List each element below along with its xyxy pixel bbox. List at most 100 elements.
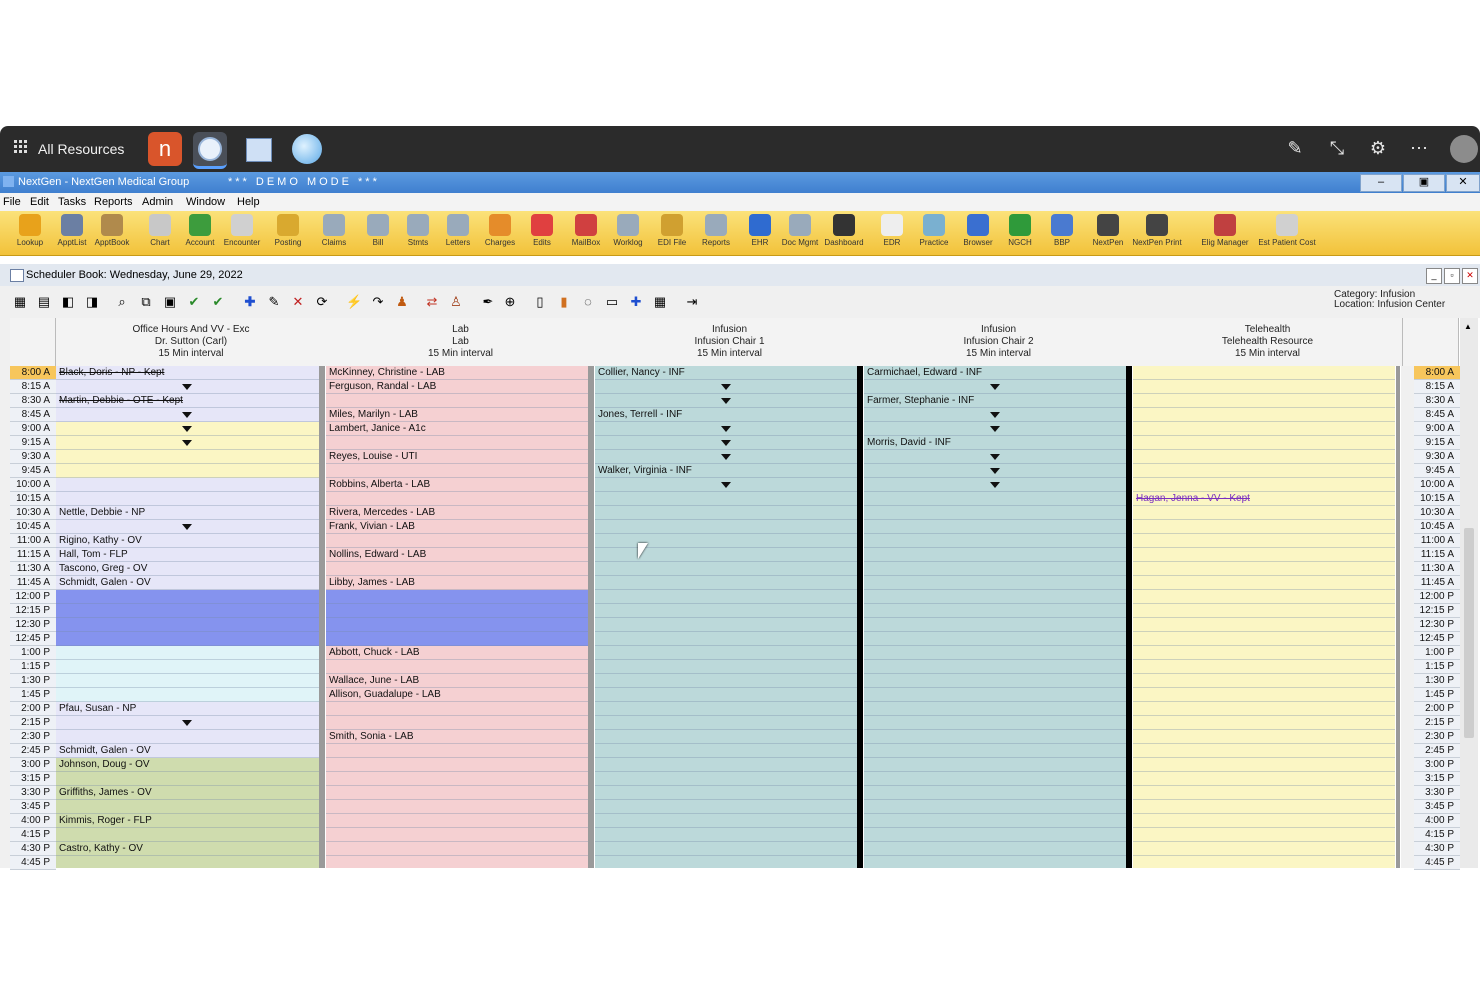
expand-arrow-icon[interactable] <box>990 412 1000 418</box>
appointment[interactable]: Nollins, Edward - LAB <box>329 548 426 562</box>
time-slot[interactable] <box>864 506 1126 520</box>
time-slot[interactable] <box>595 548 857 562</box>
resource-column[interactable]: Carmichael, Edward - INF Farmer, Stephani… <box>864 366 1126 868</box>
time-slot[interactable] <box>864 674 1126 688</box>
time-slot[interactable] <box>326 632 588 646</box>
all-resources-label[interactable]: All Resources <box>38 141 124 157</box>
time-slot[interactable] <box>56 772 319 786</box>
time-slot[interactable] <box>1133 646 1395 660</box>
time-slot[interactable] <box>864 716 1126 730</box>
time-slot[interactable] <box>1133 408 1395 422</box>
time-slot[interactable] <box>1133 366 1395 380</box>
expand-arrow-icon[interactable] <box>990 384 1000 390</box>
user-avatar[interactable] <box>1450 135 1478 163</box>
menu-file[interactable]: File <box>3 196 21 208</box>
time-slot[interactable] <box>326 814 588 828</box>
toolbar-doc-mgmt-button[interactable]: Doc Mgmt <box>778 214 822 254</box>
time-slot[interactable] <box>56 800 319 814</box>
time-slot[interactable] <box>864 842 1126 856</box>
time-slot[interactable] <box>56 492 319 506</box>
time-slot[interactable] <box>595 730 857 744</box>
time-slot[interactable] <box>56 646 319 660</box>
time-slot[interactable] <box>864 702 1126 716</box>
toolbar-stmts-button[interactable]: Stmts <box>396 214 440 254</box>
time-slot[interactable] <box>56 450 319 464</box>
appointment[interactable]: Allison, Guadalupe - LAB <box>329 688 441 702</box>
time-slot[interactable] <box>1133 436 1395 450</box>
time-slot[interactable] <box>1133 590 1395 604</box>
appointment[interactable]: Walker, Virginia - INF <box>598 464 692 478</box>
toolbar-edits-button[interactable]: Edits <box>520 214 564 254</box>
time-slot[interactable] <box>864 786 1126 800</box>
appointment[interactable]: Schmidt, Galen - OV <box>59 744 151 758</box>
time-slot[interactable] <box>56 688 319 702</box>
expand-arrow-icon[interactable] <box>990 482 1000 488</box>
menu-edit[interactable]: Edit <box>30 196 49 208</box>
appointment[interactable]: Pfau, Susan - NP <box>59 702 136 716</box>
appointment[interactable]: Ferguson, Randal - LAB <box>329 380 436 394</box>
appointment[interactable]: Hagan, Jenna - VV - Kept <box>1136 492 1250 506</box>
scroll-up-arrow[interactable]: ▲ <box>1464 322 1472 331</box>
toolbar-dashboard-button[interactable]: Dashboard <box>822 214 866 254</box>
toolbar-letters-button[interactable]: Letters <box>436 214 480 254</box>
time-slot[interactable] <box>1133 786 1395 800</box>
expand-arrow-icon[interactable] <box>182 440 192 446</box>
appointment[interactable]: Johnson, Doug - OV <box>59 758 150 772</box>
time-slot[interactable] <box>595 674 857 688</box>
resource-header[interactable]: Infusion Infusion Chair 1 15 Min interval <box>595 318 865 366</box>
time-slot[interactable] <box>326 828 588 842</box>
time-slot[interactable] <box>56 660 319 674</box>
toolbar-practice-button[interactable]: Practice <box>912 214 956 254</box>
time-slot[interactable] <box>864 604 1126 618</box>
time-slot[interactable] <box>56 632 319 646</box>
time-slot[interactable] <box>595 604 857 618</box>
panel-restore-button[interactable]: ▫ <box>1444 268 1460 284</box>
more-icon[interactable]: ⋯ <box>1408 138 1430 159</box>
toolbar-mailbox-button[interactable]: MailBox <box>564 214 608 254</box>
time-slot[interactable] <box>326 562 588 576</box>
appointment[interactable]: Farmer, Stephanie - INF <box>867 394 974 408</box>
toolbar-apptbook-button[interactable]: ApptBook <box>90 214 134 254</box>
earth-app-icon[interactable] <box>290 132 324 166</box>
expand-arrow-icon[interactable] <box>990 468 1000 474</box>
time-slot[interactable] <box>595 688 857 702</box>
appointment[interactable]: McKinney, Christine - LAB <box>329 366 445 380</box>
time-slot[interactable] <box>1133 604 1395 618</box>
expand-arrow-icon[interactable] <box>721 398 731 404</box>
appointment[interactable]: Collier, Nancy - INF <box>598 366 685 380</box>
resource-header[interactable]: Telehealth Telehealth Resource 15 Min inte… <box>1133 318 1403 366</box>
appointment[interactable]: Frank, Vivian - LAB <box>329 520 415 534</box>
time-slot[interactable] <box>1133 422 1395 436</box>
time-slot[interactable] <box>1133 730 1395 744</box>
time-slot[interactable] <box>864 744 1126 758</box>
time-slot[interactable] <box>864 688 1126 702</box>
time-slot[interactable] <box>864 618 1126 632</box>
delete-icon[interactable]: ✕ <box>290 294 306 310</box>
time-slot[interactable] <box>595 786 857 800</box>
expand-arrow-icon[interactable] <box>990 454 1000 460</box>
time-slot[interactable] <box>326 618 588 632</box>
toolbar-encounter-button[interactable]: Encounter <box>220 214 264 254</box>
time-slot[interactable] <box>595 828 857 842</box>
appointment[interactable]: Hall, Tom - FLP <box>59 548 128 562</box>
appointment[interactable]: Kimmis, Roger - FLP <box>59 814 152 828</box>
appointment[interactable]: Wallace, June - LAB <box>329 674 419 688</box>
transfer-icon[interactable]: ⇄ <box>424 294 440 310</box>
time-slot[interactable] <box>1133 856 1395 868</box>
time-slot[interactable] <box>1133 842 1395 856</box>
menu-admin[interactable]: Admin <box>142 196 173 208</box>
time-slot[interactable] <box>326 660 588 674</box>
toolbar-elig-manager-button[interactable]: Elig Manager <box>1194 214 1256 254</box>
time-slot[interactable] <box>56 604 319 618</box>
time-slot[interactable] <box>326 856 588 868</box>
expand-arrow-icon[interactable] <box>721 384 731 390</box>
appointment[interactable]: Griffiths, James - OV <box>59 786 152 800</box>
expand-arrow-icon[interactable] <box>721 426 731 432</box>
time-slot[interactable] <box>1133 478 1395 492</box>
resource-header[interactable]: Infusion Infusion Chair 2 15 Min interval <box>864 318 1134 366</box>
check-out-icon[interactable]: ✔ <box>210 294 226 310</box>
time-slot[interactable] <box>595 772 857 786</box>
menu-tasks[interactable]: Tasks <box>58 196 86 208</box>
time-slot[interactable] <box>595 856 857 868</box>
time-slot[interactable] <box>864 828 1126 842</box>
